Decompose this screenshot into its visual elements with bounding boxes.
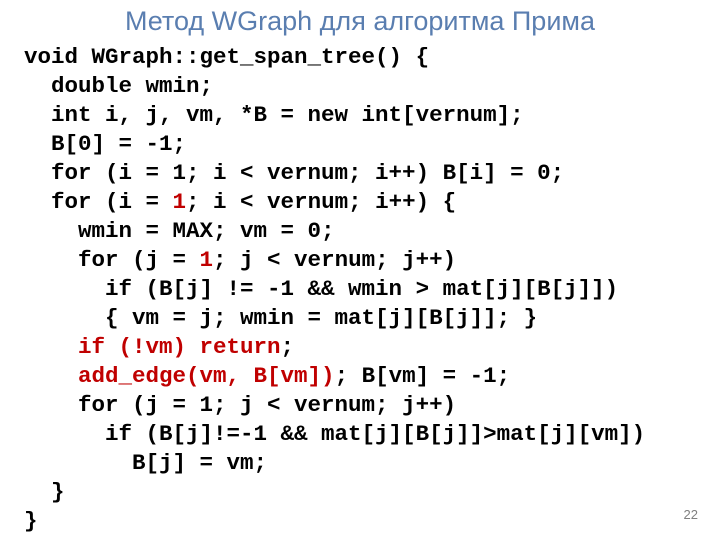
code-line: int i, j, vm, *B = new int[vernum]; [24,102,524,128]
code-line: for (j = 1; j < vernum; j++) [24,247,456,273]
code-line: if (!vm) return; [24,334,294,360]
code-line: for (i = 1; i < vernum; i++) { [24,189,456,215]
code-line: double wmin; [24,73,213,99]
code-line: B[0] = -1; [24,131,186,157]
slide-title: Метод WGraph для алгоритма Прима [24,6,696,37]
code-line: add_edge(vm, B[vm]); B[vm] = -1; [24,363,510,389]
code-line: } [24,508,38,534]
highlight: add_edge(vm, B[vm]) [24,363,335,389]
highlight: if (!vm) return [24,334,281,360]
code-line: B[j] = vm; [24,450,267,476]
code-line: for (i = 1; i < vernum; i++) B[i] = 0; [24,160,564,186]
code-block: void WGraph::get_span_tree() { double wm… [24,43,696,536]
code-line: wmin = MAX; vm = 0; [24,218,335,244]
code-line: if (B[j] != -1 && wmin > mat[j][B[j]]) [24,276,618,302]
highlight: 1 [200,247,214,273]
code-line: } [24,479,65,505]
highlight: 1 [173,189,187,215]
code-line: if (B[j]!=-1 && mat[j][B[j]]>mat[j][vm]) [24,421,645,447]
code-line: for (j = 1; j < vernum; j++) [24,392,456,418]
page-number: 22 [684,507,698,522]
code-line: { vm = j; wmin = mat[j][B[j]]; } [24,305,537,331]
code-line: void WGraph::get_span_tree() { [24,44,429,70]
